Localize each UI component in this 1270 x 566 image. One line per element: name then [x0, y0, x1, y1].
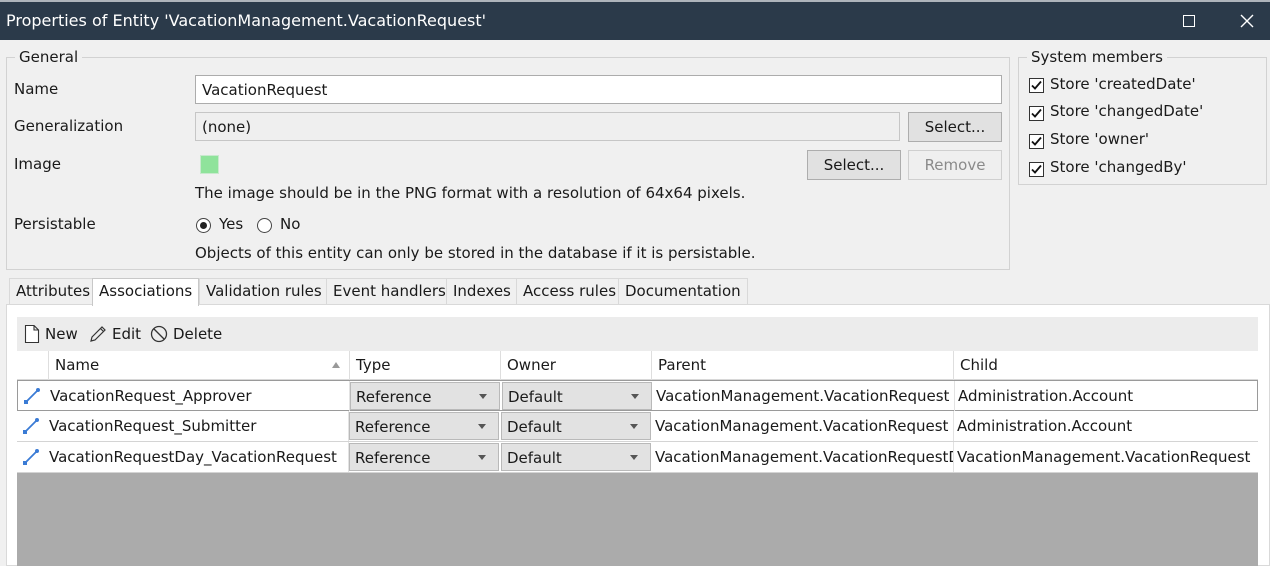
persistable-label: Persistable: [14, 215, 96, 233]
owner-dropdown[interactable]: Default: [501, 443, 651, 471]
owner-value: Default: [507, 418, 562, 436]
association-icon: [23, 449, 39, 465]
store-createddate-checkbox[interactable]: [1029, 78, 1044, 93]
generalization-select-button[interactable]: Select...: [908, 112, 1002, 142]
owner-dropdown[interactable]: Default: [502, 382, 652, 410]
tab-associations[interactable]: Associations: [92, 278, 200, 306]
image-hint: The image should be in the PNG format wi…: [195, 184, 746, 202]
store-createddate-label[interactable]: Store 'createdDate': [1050, 75, 1196, 93]
edit-button[interactable]: Edit: [89, 322, 141, 346]
persistable-yes-radio[interactable]: [196, 218, 211, 233]
window-title: Properties of Entity 'VacationManagement…: [6, 11, 487, 30]
tab-validation-rules[interactable]: Validation rules: [199, 278, 329, 305]
table-row[interactable]: VacationRequestDay_VacationRequest Refer…: [17, 442, 1258, 473]
checkmark-icon: [1031, 164, 1042, 174]
persistable-no-radio[interactable]: [257, 218, 272, 233]
dropdown-arrow-icon: [478, 424, 486, 429]
new-document-icon: [24, 325, 40, 343]
dropdown-arrow-icon: [479, 394, 487, 399]
owner-dropdown[interactable]: Default: [501, 412, 651, 440]
store-owner-label[interactable]: Store 'owner': [1050, 130, 1149, 148]
association-child: Administration.Account: [958, 387, 1134, 405]
maximize-button[interactable]: [1166, 2, 1212, 40]
tab-access-rules[interactable]: Access rules: [516, 278, 624, 305]
pencil-icon: [90, 326, 106, 342]
system-members-legend: System members: [1027, 48, 1167, 66]
close-button[interactable]: [1224, 2, 1270, 40]
dropdown-arrow-icon: [630, 424, 638, 429]
general-legend: General: [15, 48, 83, 66]
association-parent: VacationManagement.VacationRequest: [652, 411, 954, 441]
association-name: VacationRequestDay_VacationRequest: [46, 442, 349, 472]
checkmark-icon: [1031, 80, 1042, 90]
close-icon: [1240, 14, 1254, 28]
generalization-label: Generalization: [14, 117, 124, 135]
dropdown-arrow-icon: [478, 455, 486, 460]
header-name-label: Name: [55, 356, 100, 374]
generalization-field: (none): [195, 112, 900, 141]
delete-button[interactable]: Delete: [150, 322, 222, 346]
table-row[interactable]: VacationRequest_Approver Reference Defau…: [17, 380, 1258, 411]
owner-value: Default: [508, 388, 563, 406]
store-changeddate-label[interactable]: Store 'changedDate': [1050, 102, 1203, 120]
header-child[interactable]: Child: [954, 351, 1258, 380]
maximize-icon: [1183, 15, 1195, 27]
persistable-yes-label[interactable]: Yes: [219, 215, 243, 233]
association-parent: VacationManagement.VacationRequestDay: [652, 442, 954, 472]
type-value: Reference: [356, 388, 432, 406]
store-changedby-checkbox[interactable]: [1029, 162, 1044, 177]
association-icon: [23, 418, 39, 434]
association-parent: VacationManagement.VacationRequest: [653, 381, 955, 411]
checkmark-icon: [1031, 136, 1042, 146]
persistable-hint: Objects of this entity can only be store…: [195, 244, 756, 262]
checkmark-icon: [1031, 108, 1042, 118]
type-dropdown[interactable]: Reference: [350, 382, 500, 410]
associations-toolbar: New Edit Delete: [17, 317, 1258, 351]
delete-label: Delete: [173, 325, 223, 343]
dropdown-arrow-icon: [631, 394, 639, 399]
edit-label: Edit: [112, 325, 142, 343]
store-owner-checkbox[interactable]: [1029, 134, 1044, 149]
tab-event-handlers[interactable]: Event handlers: [326, 278, 453, 305]
header-parent[interactable]: Parent: [652, 351, 954, 380]
entity-image-preview: [200, 155, 219, 174]
tab-attributes[interactable]: Attributes: [9, 278, 98, 305]
new-label: New: [45, 325, 78, 343]
association-name: VacationRequest_Submitter: [46, 411, 349, 441]
tab-documentation[interactable]: Documentation: [618, 278, 748, 305]
title-bar: Properties of Entity 'VacationManagement…: [0, 0, 1270, 40]
header-icon-column: [17, 351, 49, 380]
associations-grid: Name Type Owner Parent Child VacationReq…: [17, 351, 1258, 566]
tab-indexes[interactable]: Indexes: [446, 278, 518, 305]
table-row[interactable]: VacationRequest_Submitter Reference Defa…: [17, 411, 1258, 442]
association-child: VacationManagement.VacationRequest: [957, 448, 1251, 466]
image-select-button[interactable]: Select...: [807, 150, 901, 180]
type-value: Reference: [355, 418, 431, 436]
owner-value: Default: [507, 449, 562, 467]
name-label: Name: [14, 80, 59, 98]
association-name: VacationRequest_Approver: [47, 381, 350, 411]
type-dropdown[interactable]: Reference: [349, 443, 499, 471]
store-changedby-label[interactable]: Store 'changedBy': [1050, 158, 1187, 176]
store-changeddate-checkbox[interactable]: [1029, 106, 1044, 121]
no-entry-icon: [150, 325, 168, 343]
dropdown-arrow-icon: [630, 455, 638, 460]
association-icon: [24, 388, 40, 404]
association-child: Administration.Account: [957, 417, 1133, 435]
new-button[interactable]: New: [24, 322, 78, 346]
name-field[interactable]: VacationRequest: [195, 75, 1002, 104]
type-value: Reference: [355, 449, 431, 467]
header-name[interactable]: Name: [49, 351, 350, 380]
image-label: Image: [14, 155, 61, 173]
type-dropdown[interactable]: Reference: [349, 412, 499, 440]
image-remove-button[interactable]: Remove: [908, 150, 1002, 180]
persistable-no-label[interactable]: No: [280, 215, 300, 233]
header-owner[interactable]: Owner: [501, 351, 652, 380]
header-type[interactable]: Type: [350, 351, 501, 380]
grid-header: Name Type Owner Parent Child: [17, 351, 1258, 380]
sort-ascending-icon: [332, 362, 340, 368]
